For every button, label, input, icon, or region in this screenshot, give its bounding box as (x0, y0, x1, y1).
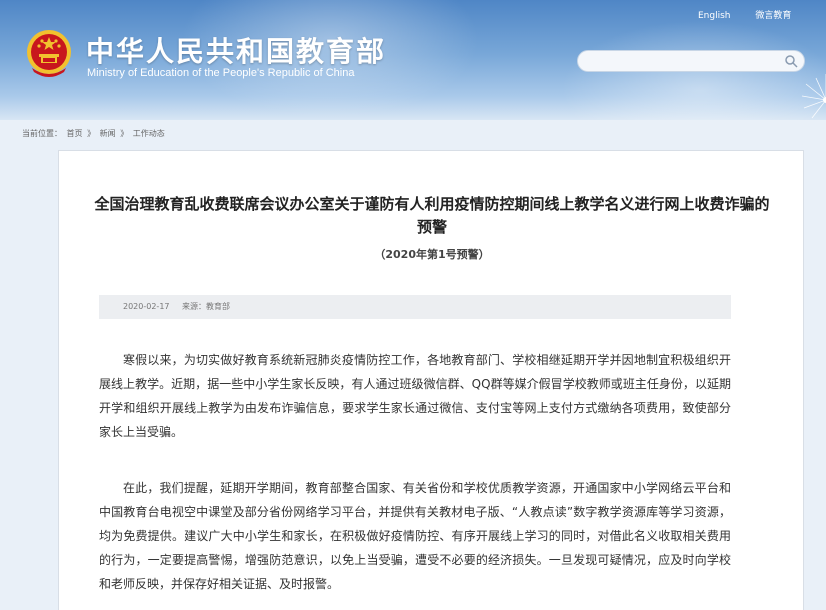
top-links: English 微言教育 (698, 8, 791, 21)
article-source: 来源：教育部 (182, 302, 231, 311)
article-subtitle: （2020年第1号预警） (374, 248, 490, 261)
search-icon[interactable] (784, 54, 798, 68)
article-meta: 2020-02-17 来源：教育部 (99, 295, 731, 319)
weibo-link[interactable]: 微言教育 (755, 8, 791, 21)
breadcrumb-item-home[interactable]: 首页 (67, 129, 83, 138)
english-link[interactable]: English (698, 11, 731, 21)
breadcrumb-label: 当前位置： (22, 129, 62, 138)
site-subtitle: Ministry of Education of the People's Re… (87, 67, 355, 79)
article-paragraph: 寒假以来，为切实做好教育系统新冠肺炎疫情防控工作，各地教育部门、学校相继延期开学… (99, 353, 731, 439)
national-emblem-icon[interactable] (24, 28, 74, 80)
breadcrumb-separator: 》 (120, 129, 129, 138)
article-title: 全国治理教育乱收费联席会议办公室关于谨防有人利用疫情防控期间线上教学名义进行网上… (94, 195, 770, 236)
article-date: 2020-02-17 (123, 302, 170, 311)
search-box (577, 50, 805, 72)
breadcrumb-separator: 》 (87, 129, 96, 138)
article-container: 全国治理教育乱收费联席会议办公室关于谨防有人利用疫情防控期间线上教学名义进行网上… (58, 150, 804, 610)
article-paragraph: 在此，我们提醒，延期开学期间，教育部整合国家、有关省份和学校优质教学资源，开通国… (99, 481, 731, 591)
dandelion-decoration-icon (801, 74, 826, 119)
breadcrumb-item-work-news[interactable]: 工作动态 (133, 129, 165, 138)
breadcrumb-item-news[interactable]: 新闻 (100, 129, 116, 138)
site-title[interactable]: 中华人民共和国教育部 (86, 30, 386, 70)
site-header: 中华人民共和国教育部 Ministry of Education of the … (0, 0, 826, 120)
search-input[interactable] (586, 53, 776, 69)
breadcrumb: 当前位置： 首页 》 新闻 》 工作动态 (22, 128, 167, 139)
